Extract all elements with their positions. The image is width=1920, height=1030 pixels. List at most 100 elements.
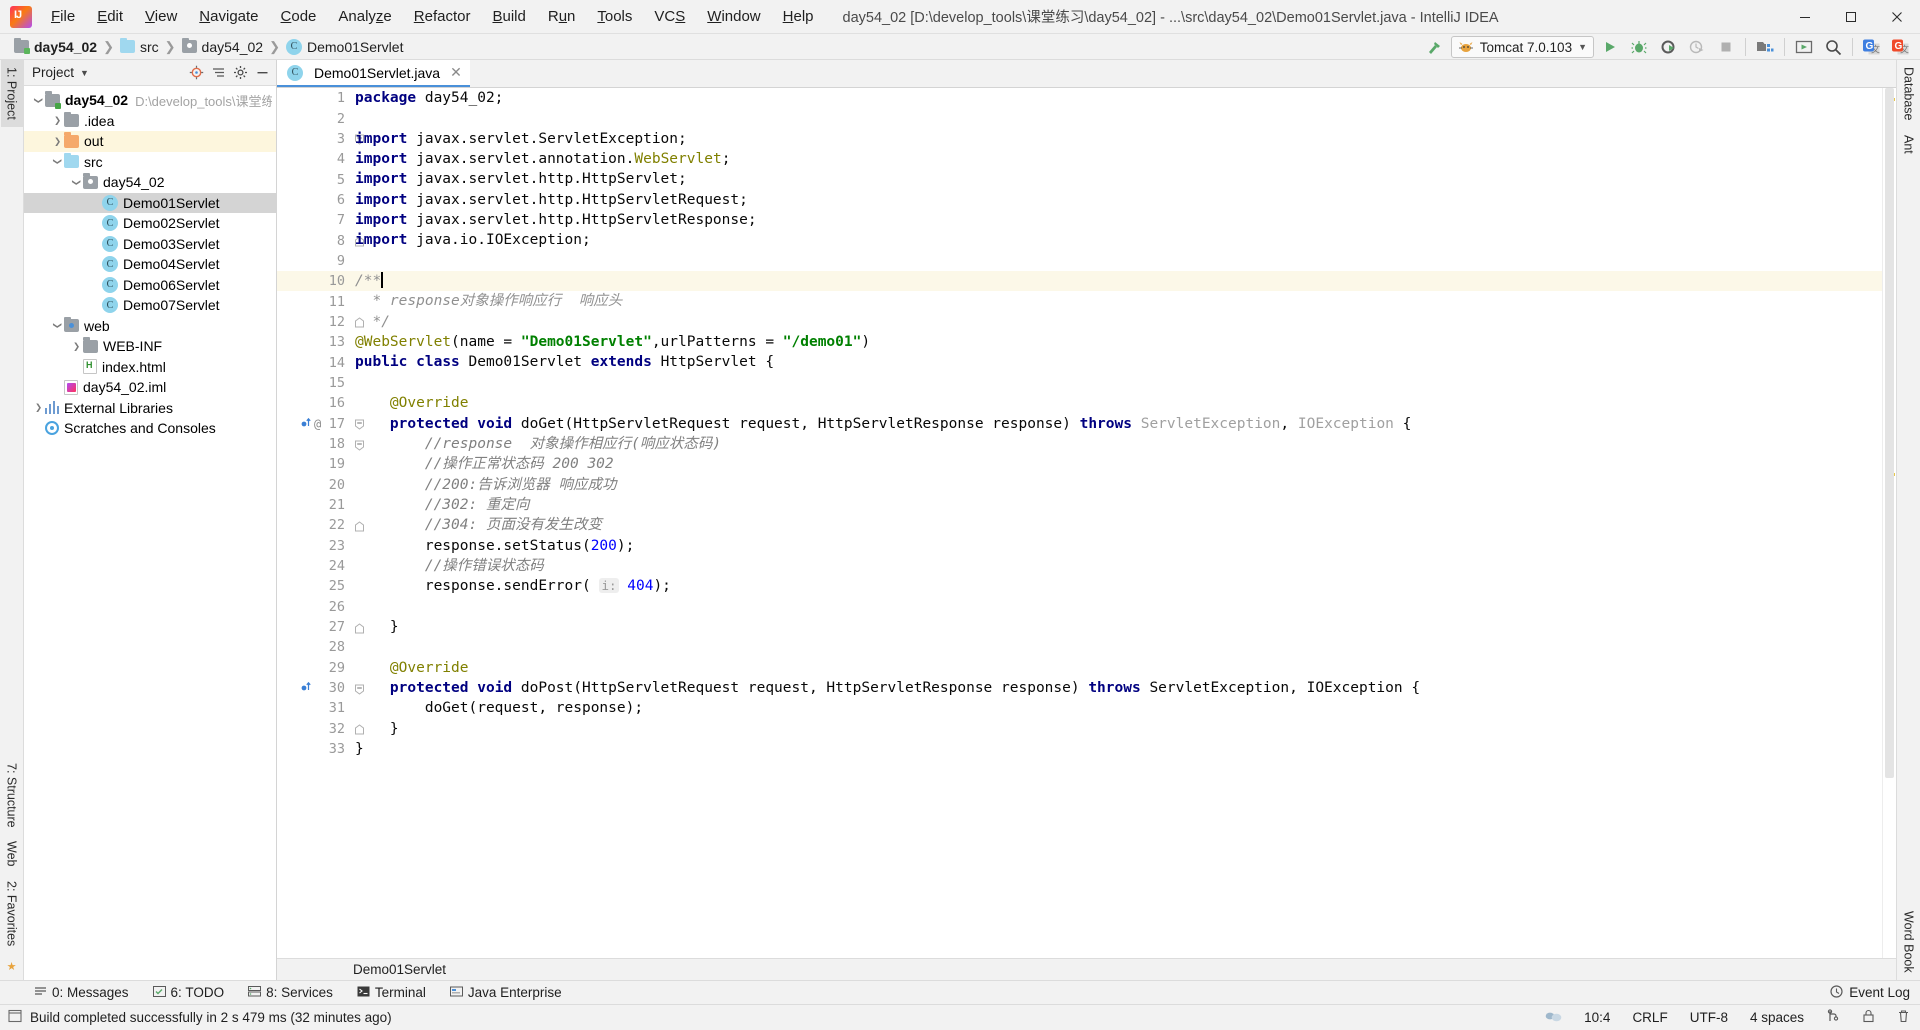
gutter-line-20[interactable]: 20 — [277, 475, 351, 495]
gutter-line-22[interactable]: 22 — [277, 515, 364, 535]
gutter-line-17[interactable]: @17 — [277, 414, 364, 434]
tool-window-web[interactable]: Web — [1, 834, 23, 873]
tree-item-day54-02[interactable]: ❯ day54_02 D:\develop_tools\课堂练习 — [24, 90, 276, 111]
close-icon[interactable]: ✕ — [450, 64, 462, 81]
chevron-right-icon[interactable]: ❯ — [70, 340, 83, 353]
menu-analyze[interactable]: Analyze — [327, 4, 402, 29]
stop-button[interactable] — [1713, 35, 1739, 59]
tool-button-java-enterprise[interactable]: Java Enterprise — [446, 984, 566, 1001]
menu-build[interactable]: Build — [481, 4, 536, 29]
build-button[interactable] — [1422, 35, 1448, 59]
chevron-right-icon[interactable]: ❯ — [51, 114, 64, 127]
menu-refactor[interactable]: Refactor — [403, 4, 482, 29]
search-everywhere-button[interactable] — [1820, 35, 1846, 59]
code-line-6[interactable]: import javax.servlet.http.HttpServletReq… — [351, 190, 1882, 210]
menu-help[interactable]: Help — [772, 4, 825, 29]
menu-code[interactable]: Code — [270, 4, 328, 29]
project-structure-button[interactable] — [1752, 35, 1778, 59]
code-line-23[interactable]: response.setStatus(200); — [351, 536, 1882, 556]
caret-position[interactable]: 10:4 — [1580, 1009, 1614, 1026]
code-line-27[interactable]: } — [351, 617, 1882, 637]
editor-breadcrumb[interactable]: Demo01Servlet — [277, 958, 1896, 980]
code-line-28[interactable] — [351, 637, 1882, 657]
run-with-coverage-button[interactable] — [1655, 35, 1681, 59]
line-separator[interactable]: CRLF — [1628, 1009, 1671, 1026]
chevron-down-icon[interactable]: ❯ — [51, 319, 64, 332]
code-line-10[interactable]: /** — [351, 271, 1882, 292]
close-button[interactable] — [1874, 0, 1920, 34]
tree-item-day54-02-iml[interactable]: day54_02.iml — [24, 377, 276, 398]
menu-view[interactable]: View — [134, 4, 188, 29]
chevron-down-icon[interactable]: ❯ — [70, 176, 83, 189]
star-icon[interactable]: ★ — [3, 953, 21, 980]
maximize-button[interactable] — [1828, 0, 1874, 34]
tree-item-external-libraries[interactable]: ❯ External Libraries — [24, 398, 276, 419]
code-line-29[interactable]: @Override — [351, 658, 1882, 678]
code-line-4[interactable]: import javax.servlet.annotation.WebServl… — [351, 149, 1882, 169]
tree-item-src[interactable]: ❯ src — [24, 152, 276, 173]
tool-window-database[interactable]: Database — [1898, 60, 1920, 128]
gutter-line-24[interactable]: 24 — [277, 556, 351, 576]
line-number-gutter[interactable]: 1 2 3 4 5 6 7 8 9 10 11 12 13 14 15 16 @17 18 19 20 21 22 23 24… — [277, 88, 364, 958]
gear-icon[interactable] — [230, 63, 250, 83]
code-line-19[interactable]: //操作正常状态码 200 302 — [351, 454, 1882, 474]
gutter-line-3[interactable]: 3 — [277, 129, 364, 149]
tool-window-structure[interactable]: 7: Structure — [1, 756, 23, 835]
code-line-9[interactable] — [351, 251, 1882, 271]
collapse-all-icon[interactable] — [208, 63, 228, 83]
breadcrumb-module[interactable]: day54_02 — [10, 38, 101, 56]
tree-item--idea[interactable]: ❯ .idea — [24, 111, 276, 132]
translate-button[interactable]: 文 G — [1888, 35, 1914, 59]
gutter-line-30[interactable]: 30 — [277, 678, 364, 698]
gutter-line-4[interactable]: 4 — [277, 149, 351, 169]
google-translate-button[interactable]: 文 G — [1859, 35, 1885, 59]
code-line-20[interactable]: //200:告诉浏览器 响应成功 — [351, 475, 1882, 495]
chevron-down-icon[interactable]: ▼ — [80, 68, 89, 78]
menu-vcs[interactable]: VCS — [643, 4, 696, 29]
event-log-button[interactable]: Event Log — [1830, 984, 1910, 1001]
tree-item-index-html[interactable]: index.html — [24, 357, 276, 378]
tool-window-word-book[interactable]: Word Book — [1898, 904, 1920, 980]
gutter-line-8[interactable]: 8 — [277, 230, 364, 250]
menu-file[interactable]: File — [40, 4, 86, 29]
update-app-button[interactable] — [1791, 35, 1817, 59]
menu-run[interactable]: Run — [537, 4, 587, 29]
code-line-30[interactable]: protected void doPost(HttpServletRequest… — [351, 678, 1882, 698]
target-icon[interactable] — [186, 63, 206, 83]
tree-item-day54-02[interactable]: ❯ day54_02 — [24, 172, 276, 193]
tree-item-demo04servlet[interactable]: C Demo04Servlet — [24, 254, 276, 275]
tree-item-demo01servlet[interactable]: C Demo01Servlet — [24, 192, 276, 213]
gutter-marks[interactable] — [301, 680, 312, 696]
gutter-line-11[interactable]: 11 — [277, 291, 351, 311]
gutter-line-31[interactable]: 31 — [277, 698, 351, 718]
menu-navigate[interactable]: Navigate — [188, 4, 269, 29]
tree-item-demo02servlet[interactable]: C Demo02Servlet — [24, 213, 276, 234]
gutter-line-6[interactable]: 6 — [277, 190, 351, 210]
gutter-line-27[interactable]: 27 — [277, 617, 364, 637]
gutter-line-21[interactable]: 21 — [277, 495, 351, 515]
gutter-line-28[interactable]: 28 — [277, 637, 351, 657]
gutter-line-29[interactable]: 29 — [277, 658, 351, 678]
code-line-5[interactable]: import javax.servlet.http.HttpServlet; — [351, 169, 1882, 189]
minimize-button[interactable] — [1782, 0, 1828, 34]
code-line-33[interactable]: } — [351, 739, 1882, 759]
code-line-12[interactable]: */ — [351, 312, 1882, 332]
chevron-down-icon[interactable]: ❯ — [51, 155, 64, 168]
chevron-right-icon[interactable]: ❯ — [51, 135, 64, 148]
code-line-1[interactable]: package day54_02; — [351, 88, 1882, 108]
file-encoding[interactable]: UTF-8 — [1686, 1009, 1732, 1026]
project-tree[interactable]: ❯day54_02D:\develop_tools\课堂练习❯.idea❯out… — [24, 86, 276, 980]
editor-tab-demo01servlet[interactable]: C Demo01Servlet.java ✕ — [277, 60, 470, 87]
run-configuration-selector[interactable]: Tomcat 7.0.103 ▼ — [1450, 36, 1594, 58]
tool-window-ant[interactable]: Ant — [1898, 128, 1920, 161]
menu-window[interactable]: Window — [696, 4, 771, 29]
tree-item-demo03servlet[interactable]: C Demo03Servlet — [24, 234, 276, 255]
gutter-line-7[interactable]: 7 — [277, 210, 351, 230]
gutter-line-23[interactable]: 23 — [277, 536, 351, 556]
tool-button-services[interactable]: 8: Services — [244, 984, 337, 1001]
annotation-icon[interactable]: @ — [314, 417, 321, 431]
gutter-line-13[interactable]: 13 — [277, 332, 351, 352]
tree-item-web[interactable]: ❯ web — [24, 316, 276, 337]
gutter-line-32[interactable]: 32 — [277, 719, 364, 739]
indent-setting[interactable]: 4 spaces — [1746, 1009, 1808, 1026]
